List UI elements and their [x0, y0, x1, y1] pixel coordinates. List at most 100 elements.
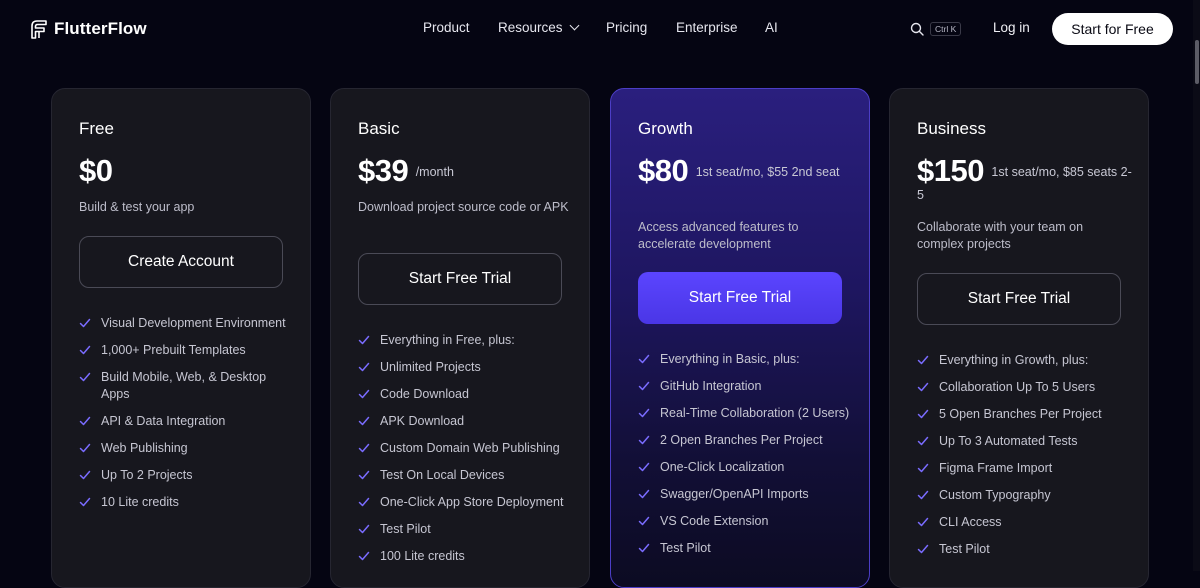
check-icon: [79, 416, 91, 426]
feature-label: Swagger/OpenAPI Imports: [660, 487, 809, 501]
plan-name: Growth: [638, 119, 693, 138]
plan-description: Download project source code or APK: [358, 200, 569, 214]
plan-card-basic: Basic $39 /month Download project source…: [330, 88, 590, 588]
top-nav: FlutterFlow Product Resources Pricing En…: [0, 0, 1200, 58]
check-icon: [358, 416, 370, 426]
feature-label: 2 Open Branches Per Project: [660, 433, 823, 447]
feature-item: API & Data Integration: [79, 413, 294, 430]
check-icon: [638, 489, 650, 499]
feature-label: GitHub Integration: [660, 379, 762, 393]
feature-item: Everything in Basic, plus:: [638, 351, 853, 368]
feature-label: VS Code Extension: [660, 514, 769, 528]
feature-label: Real-Time Collaboration (2 Users): [660, 406, 850, 420]
check-icon: [917, 382, 929, 392]
feature-list: Everything in Free, plus: Unlimited Proje…: [358, 332, 573, 575]
check-icon: [638, 354, 650, 364]
check-icon: [79, 443, 91, 453]
feature-item: Figma Frame Import: [917, 460, 1132, 477]
feature-item: Custom Typography: [917, 487, 1132, 504]
check-icon: [917, 436, 929, 446]
feature-item: One-Click App Store Deployment: [358, 494, 573, 511]
feature-label: Test Pilot: [380, 522, 431, 536]
start-free-trial-button-basic[interactable]: Start Free Trial: [358, 253, 562, 305]
feature-list: Visual Development Environment 1,000+ Pre…: [79, 315, 294, 521]
price-row: $0: [79, 153, 294, 189]
feature-item: 100 Lite credits: [358, 548, 573, 565]
feature-label: Figma Frame Import: [939, 461, 1053, 475]
plan-description: Build & test your app: [79, 200, 195, 214]
plan-price: $0: [79, 153, 113, 188]
feature-item: Custom Domain Web Publishing: [358, 440, 573, 457]
start-for-free-button[interactable]: Start for Free: [1052, 13, 1173, 45]
feature-label: One-Click Localization: [660, 460, 785, 474]
check-icon: [79, 497, 91, 507]
plan-card-free: Free $0 Build & test your app Create Acc…: [51, 88, 311, 588]
feature-item: GitHub Integration: [638, 378, 853, 395]
nav-link-product[interactable]: Product: [423, 20, 470, 35]
feature-item: Test On Local Devices: [358, 467, 573, 484]
price-suffix: /month: [415, 165, 454, 179]
feature-label: Test Pilot: [660, 541, 711, 555]
check-icon: [358, 389, 370, 399]
feature-label: 100 Lite credits: [380, 549, 465, 563]
feature-label: Everything in Basic, plus:: [660, 352, 800, 366]
feature-item: 5 Open Branches Per Project: [917, 406, 1132, 423]
price-suffix: 1st seat/mo, $55 2nd seat: [695, 165, 840, 179]
feature-item: Build Mobile, Web, & Desktop Apps: [79, 369, 294, 403]
feature-item: Everything in Growth, plus:: [917, 352, 1132, 369]
check-icon: [358, 335, 370, 345]
feature-item: 2 Open Branches Per Project: [638, 432, 853, 449]
scrollbar-thumb[interactable]: [1195, 40, 1199, 84]
price-row: $150 1st seat/mo, $85 seats 2-5: [917, 153, 1132, 211]
check-icon: [917, 463, 929, 473]
check-icon: [358, 524, 370, 534]
check-icon: [79, 470, 91, 480]
nav-link-enterprise[interactable]: Enterprise: [676, 20, 738, 35]
search-shortcut-badge: Ctrl K: [930, 22, 962, 36]
feature-item: Up To 2 Projects: [79, 467, 294, 484]
plan-price: $80: [638, 153, 689, 188]
start-free-trial-button-growth[interactable]: Start Free Trial: [638, 272, 842, 324]
brand-name: FlutterFlow: [54, 19, 147, 38]
plan-name: Business: [917, 119, 986, 138]
feature-label: Up To 2 Projects: [101, 468, 193, 482]
price-row: $39 /month: [358, 153, 573, 189]
check-icon: [917, 490, 929, 500]
login-link[interactable]: Log in: [993, 20, 1030, 35]
feature-label: 5 Open Branches Per Project: [939, 407, 1102, 421]
create-account-button[interactable]: Create Account: [79, 236, 283, 288]
feature-item: Visual Development Environment: [79, 315, 294, 332]
feature-item: CLI Access: [917, 514, 1132, 531]
search-icon[interactable]: [910, 22, 924, 36]
check-icon: [358, 362, 370, 372]
feature-label: Custom Typography: [939, 488, 1051, 502]
plan-card-growth: Growth $80 1st seat/mo, $55 2nd seat Acc…: [610, 88, 870, 588]
start-free-trial-button-business[interactable]: Start Free Trial: [917, 273, 1121, 325]
feature-label: CLI Access: [939, 515, 1002, 529]
check-icon: [638, 543, 650, 553]
feature-item: APK Download: [358, 413, 573, 430]
plan-price: $150: [917, 153, 984, 188]
page-scrollbar[interactable]: [1193, 0, 1200, 571]
check-icon: [917, 517, 929, 527]
feature-label: One-Click App Store Deployment: [380, 495, 564, 509]
plan-price: $39: [358, 153, 409, 188]
feature-label: APK Download: [380, 414, 465, 428]
plan-card-business: Business $150 1st seat/mo, $85 seats 2-5…: [889, 88, 1149, 588]
feature-label: Test Pilot: [939, 542, 990, 556]
nav-link-ai[interactable]: AI: [765, 20, 778, 35]
check-icon: [917, 355, 929, 365]
feature-item: Swagger/OpenAPI Imports: [638, 486, 853, 503]
nav-link-resources[interactable]: Resources: [498, 20, 579, 35]
feature-item: Unlimited Projects: [358, 359, 573, 376]
feature-label: Web Publishing: [101, 441, 188, 455]
feature-label: 1,000+ Prebuilt Templates: [101, 343, 246, 357]
feature-item: Everything in Free, plus:: [358, 332, 573, 349]
feature-item: Real-Time Collaboration (2 Users): [638, 405, 853, 422]
nav-link-resources-label: Resources: [498, 20, 563, 35]
plan-description: Collaborate with your team on complex pr…: [917, 220, 1084, 251]
brand-logo[interactable]: FlutterFlow: [30, 18, 147, 40]
feature-item: Collaboration Up To 5 Users: [917, 379, 1132, 396]
feature-list: Everything in Basic, plus: GitHub Integra…: [638, 351, 853, 567]
nav-link-pricing[interactable]: Pricing: [606, 20, 647, 35]
